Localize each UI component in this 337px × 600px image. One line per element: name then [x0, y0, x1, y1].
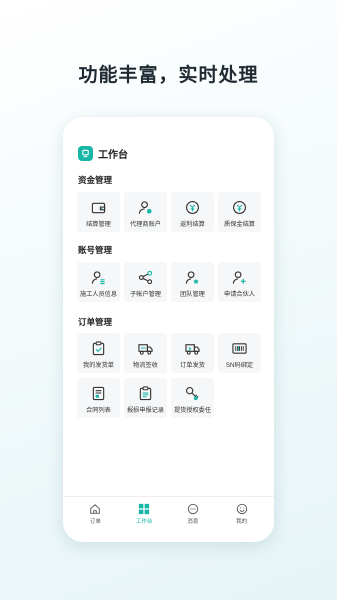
share-nodes-icon [138, 270, 153, 285]
funds-grid: 结算管理 代理商账户 返利结算 质保金结算 [77, 192, 261, 232]
tab-profile[interactable]: 我的 [222, 503, 262, 542]
tile-deposit[interactable]: 质保金结算 [218, 192, 261, 232]
tab-messages[interactable]: 消息 [173, 503, 213, 542]
section-title-orders: 订单管理 [78, 317, 113, 327]
tile-logistics-receipt[interactable]: 物流签收 [124, 333, 167, 373]
tab-label: 我的 [236, 519, 248, 525]
user-list-icon [91, 271, 105, 285]
deposit-coin-icon [233, 201, 246, 214]
tile-label: 物流签收 [133, 362, 158, 369]
tile-agent-account[interactable]: 代理商账户 [124, 192, 167, 232]
tile-workers[interactable]: 施工人员信息 [77, 262, 120, 302]
app-title: 工作台 [98, 149, 128, 161]
tile-pickup-authorization[interactable]: 提货授权委任 [171, 378, 214, 418]
rebate-coin-icon [186, 201, 199, 214]
tile-contracts[interactable]: 合同列表 [77, 378, 120, 418]
delivery-truck-icon [185, 344, 200, 355]
tile-label: 施工人员信息 [79, 291, 118, 298]
team-user-icon [185, 271, 199, 284]
tile-label: 代理商账户 [130, 221, 161, 228]
grid-icon [138, 503, 150, 515]
tile-label: 订单发货 [180, 362, 205, 369]
tile-settlement[interactable]: 结算管理 [77, 192, 120, 232]
orders-grid: 我的发货单 物流签收 订单发货 SN码绑定 合同列表 报损申报记录 提货授权委任 [77, 333, 261, 418]
tile-rebate[interactable]: 返利结算 [171, 192, 214, 232]
tile-label: SN码绑定 [225, 362, 254, 369]
tile-apply-partner[interactable]: 申请合伙人 [218, 262, 261, 302]
tab-orders[interactable]: 订单 [75, 503, 115, 542]
user-add-icon [232, 271, 246, 284]
report-list-icon [139, 386, 152, 401]
tile-label: 团队管理 [180, 291, 205, 298]
tile-order-shipping[interactable]: 订单发货 [171, 333, 214, 373]
tile-label: 子帐户管理 [130, 291, 161, 298]
tile-label: 结算管理 [86, 221, 111, 228]
tab-label: 工作台 [135, 519, 153, 525]
home-icon [90, 504, 101, 514]
app-header: 工作台 [78, 145, 128, 161]
accounts-grid: 施工人员信息 子帐户管理 团队管理 申请合伙人 [77, 262, 261, 302]
tile-label: 报损申报记录 [126, 407, 165, 414]
app-logo-icon [78, 145, 93, 161]
clipboard-check-icon [92, 341, 105, 356]
user-star-icon [138, 201, 152, 214]
tab-label: 消息 [187, 519, 199, 525]
tile-sn-binding[interactable]: SN码绑定 [218, 333, 261, 373]
tile-label: 返利结算 [180, 221, 205, 228]
tab-label: 订单 [89, 519, 101, 525]
tile-label: 质保金结算 [224, 221, 255, 228]
tile-team[interactable]: 团队管理 [171, 262, 214, 302]
contract-icon [92, 386, 105, 401]
tile-sub-accounts[interactable]: 子帐户管理 [124, 262, 167, 302]
section-title-funds: 资金管理 [78, 175, 113, 185]
tile-label: 申请合伙人 [224, 291, 255, 298]
section-title-accounts: 账号管理 [78, 245, 113, 255]
tile-label: 我的发货单 [83, 362, 114, 369]
truck-icon [138, 344, 153, 355]
tile-damage-reports[interactable]: 报损申报记录 [124, 378, 167, 418]
bottom-tab-bar: 订单 工作台 消息 我的 [63, 496, 274, 542]
phone-frame: 工作台 资金管理 结算管理 代理商账户 返利结算 质保金结算 账号管理 施工人员… [63, 117, 274, 542]
tile-label: 合同列表 [86, 407, 111, 414]
wallet-icon [91, 202, 106, 214]
tile-my-delivery[interactable]: 我的发货单 [77, 333, 120, 373]
barcode-icon [232, 343, 247, 354]
page-headline: 功能丰富，实时处理 [78, 65, 259, 86]
message-icon [187, 503, 199, 515]
tab-workbench[interactable]: 工作台 [124, 503, 164, 542]
profile-icon [236, 503, 247, 515]
key-icon [186, 387, 199, 401]
tile-label: 提货授权委任 [173, 407, 212, 414]
